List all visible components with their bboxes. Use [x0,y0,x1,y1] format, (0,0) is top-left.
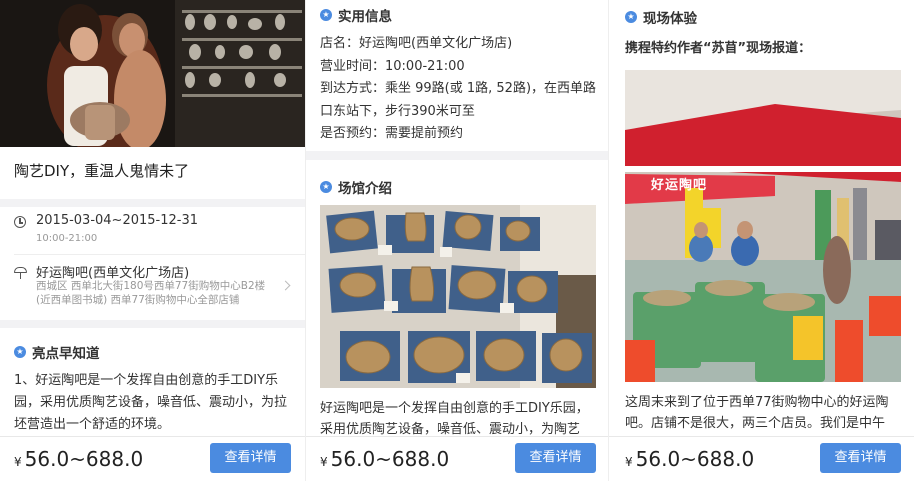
event-panel-experience: ★ 现场体验 携程特约作者“苏苜”现场报道： 好运陶吧 这周末来到了位于西单77… [608,0,914,481]
price-range: ¥ 56.0~688.0 [14,447,144,471]
event-panel-overview: 陶艺DIY，重温人鬼情未了 2015-03-04~2015-12-31 10:0… [0,0,305,481]
price-range: ¥ 56.0~688.0 [320,447,450,471]
practical-info-header: ★ 实用信息 [320,5,392,25]
event-date-row: 2015-03-04~2015-12-31 10:00-21:00 [0,207,305,255]
location-pin-icon [14,266,27,279]
view-details-button[interactable]: 查看详情 [210,443,291,473]
movie-still-image [0,0,305,147]
view-details-button[interactable]: 查看详情 [515,443,596,473]
event-hours: 10:00-21:00 [36,233,98,244]
star-icon: ★ [14,346,26,358]
highlights-header: ★ 亮点早知道 [14,342,100,362]
event-panel-info: ★ 实用信息 店名：好运陶吧(西单文化广场店) 营业时间：10:00-21:00… [305,0,608,481]
price-range: ¥ 56.0~688.0 [625,447,755,471]
price-footer: ¥ 56.0~688.0 查看详情 [306,436,608,481]
info-line-directions: 到达方式：乘坐 99路(或 1路, 52路)，在西单路口东站下，步行390米可至 [320,81,597,119]
venue-row[interactable]: 好运陶吧(西单文化广场店) 西城区 西单北大街180号西单77街购物中心B2楼(… [0,256,305,318]
venue-intro-text: 好运陶吧是一个发挥自由创意的手工DIY乐园，采用优质陶艺设备，噪音低、震动小，为… [320,401,589,437]
info-line-reservation: 是否预约：需要提前预约 [320,126,464,141]
star-icon: ★ [320,181,332,193]
view-details-button[interactable]: 查看详情 [820,443,901,473]
event-date-range: 2015-03-04~2015-12-31 [36,213,198,228]
practical-info-list: 店名：好运陶吧(西单文化广场店) 营业时间：10:00-21:00 到达方式：乘… [320,33,598,146]
pottery-table-image [320,205,596,388]
clock-icon [14,216,26,228]
venue-address: 西城区 西单北大街180号西单77街购物中心B2楼(近西单图书城) 西单77街购… [36,280,266,306]
star-icon: ★ [625,11,637,23]
experience-header: ★ 现场体验 [625,7,697,27]
shop-sign: 好运陶吧 [651,178,708,193]
venue-intro-header: ★ 场馆介绍 [320,177,392,197]
report-intro: 携程特约作者“苏苜”现场报道： [625,41,812,56]
info-line-hours: 营业时间：10:00-21:00 [320,58,465,74]
highlights-text: 1、好运陶吧是一个发挥自由创意的手工DIY乐园，采用优质陶艺设备，噪音低、震动小… [14,373,288,432]
shop-photo: 好运陶吧 [625,70,901,382]
event-title: 陶艺DIY，重温人鬼情未了 [14,162,190,180]
star-icon: ★ [320,9,332,21]
price-footer: ¥ 56.0~688.0 查看详情 [0,436,305,481]
report-text: 这周末来到了位于西单77街购物中心的好运陶吧。店铺不是很大，两三个店员。我们是中… [625,395,889,431]
chevron-right-icon [280,280,291,291]
price-footer: ¥ 56.0~688.0 查看详情 [609,436,914,481]
info-line-store: 店名：好运陶吧(西单文化广场店) [320,36,513,51]
